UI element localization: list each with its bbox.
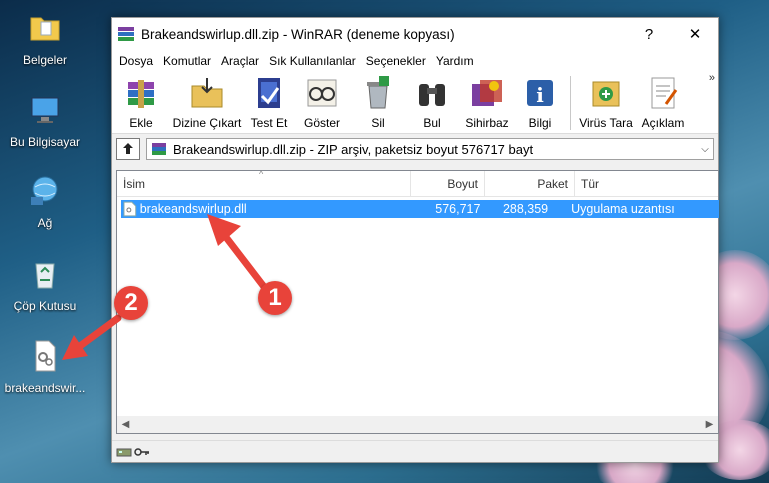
- step-callout-2: 2: [114, 286, 148, 320]
- annotation-arrows: [62, 214, 272, 360]
- step-callout-1: 1: [258, 281, 292, 315]
